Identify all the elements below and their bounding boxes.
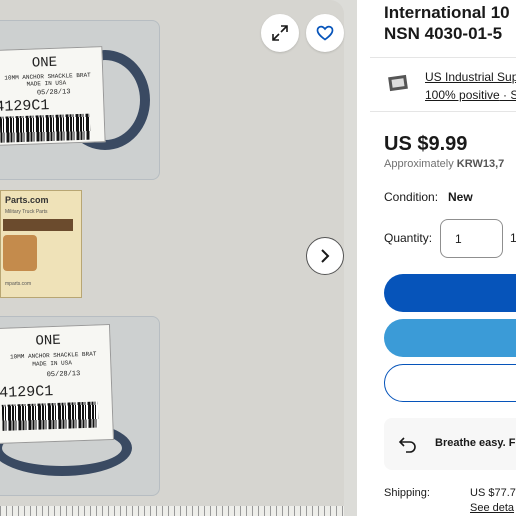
condition-value: New <box>448 190 473 204</box>
shipping-label: Shipping: <box>384 487 430 499</box>
expand-arrows-icon <box>272 25 288 41</box>
seller-feedback: 100% positive · S <box>425 88 516 102</box>
card-site: Parts.com <box>5 195 49 205</box>
seller-name-link[interactable]: US Industrial Sup <box>425 70 516 84</box>
tag-part: 4129C1 <box>0 383 54 402</box>
card-truck-image <box>3 235 37 271</box>
approx-prefix: Approximately <box>384 158 457 170</box>
seller-feedback-sep: · S <box>503 88 516 102</box>
quantity-available: 10 <box>510 231 516 245</box>
listing-title-line1: International 10 <box>384 3 510 22</box>
favorite-button[interactable] <box>306 14 344 52</box>
return-arrow-icon <box>398 437 416 453</box>
barcode <box>0 113 91 143</box>
image-gallery: ONE 10MM ANCHOR SHACKLE BRAT MADE IN USA… <box>0 0 357 516</box>
tag-made: MADE IN USA <box>32 359 73 368</box>
parts-card: Parts.com Military Truck Parts mparts.co… <box>0 190 82 298</box>
barcode <box>1 401 99 431</box>
shipping-value: US $77.7 <box>470 487 516 499</box>
guarantee-text: Breathe easy. F <box>435 437 516 449</box>
seller-feedback-link[interactable]: 100% positive <box>425 88 500 102</box>
listing-title-line2: NSN 4030-01-5 <box>384 24 503 43</box>
part-tag-bottom: ONE 10MM ANCHOR SHACKLE BRAT MADE IN USA… <box>0 324 114 444</box>
chevron-right-icon <box>321 249 330 263</box>
tag-date: 05/28/13 <box>36 88 71 98</box>
tag-made: MADE IN USA <box>26 79 67 88</box>
approx-price: Approximately KRW13,7 <box>384 158 504 170</box>
card-tagline: Military Truck Parts <box>5 209 48 215</box>
quantity-input[interactable] <box>440 219 503 258</box>
tag-word: ONE <box>31 54 58 72</box>
condition-label: Condition: <box>384 190 439 204</box>
tag-part: 4129C1 <box>0 97 50 116</box>
tag-date: 05/28/13 <box>46 370 81 380</box>
heart-outline-icon <box>316 25 334 41</box>
seller-info: US Industrial Sup 100% positive · S <box>370 57 516 112</box>
tag-word: ONE <box>35 332 61 350</box>
add-to-watchlist-button[interactable] <box>384 364 516 402</box>
next-image-button[interactable] <box>306 237 344 275</box>
shipping-details-link[interactable]: See deta <box>470 502 514 514</box>
approx-value: KRW13,7 <box>456 158 505 170</box>
ruler-edge <box>0 506 344 516</box>
product-photo[interactable]: ONE 10MM ANCHOR SHACKLE BRAT MADE IN USA… <box>0 0 344 516</box>
card-footer: mparts.com <box>5 281 32 287</box>
store-logo-icon[interactable] <box>387 72 409 94</box>
buy-it-now-button[interactable] <box>384 274 516 312</box>
listing-title: International 10 NSN 4030-01-5 <box>384 2 516 44</box>
add-to-cart-button[interactable] <box>384 319 516 357</box>
quantity-label: Quantity: <box>384 231 433 245</box>
part-tag-top: ONE 10MM ANCHOR SHACKLE BRAT MADE IN USA… <box>0 46 106 146</box>
price: US $9.99 <box>384 133 468 155</box>
expand-button[interactable] <box>261 14 299 52</box>
listing-details: International 10 NSN 4030-01-5 US Indust… <box>357 0 516 516</box>
card-banner <box>3 219 73 231</box>
guarantee-banner: Breathe easy. F <box>384 418 516 470</box>
